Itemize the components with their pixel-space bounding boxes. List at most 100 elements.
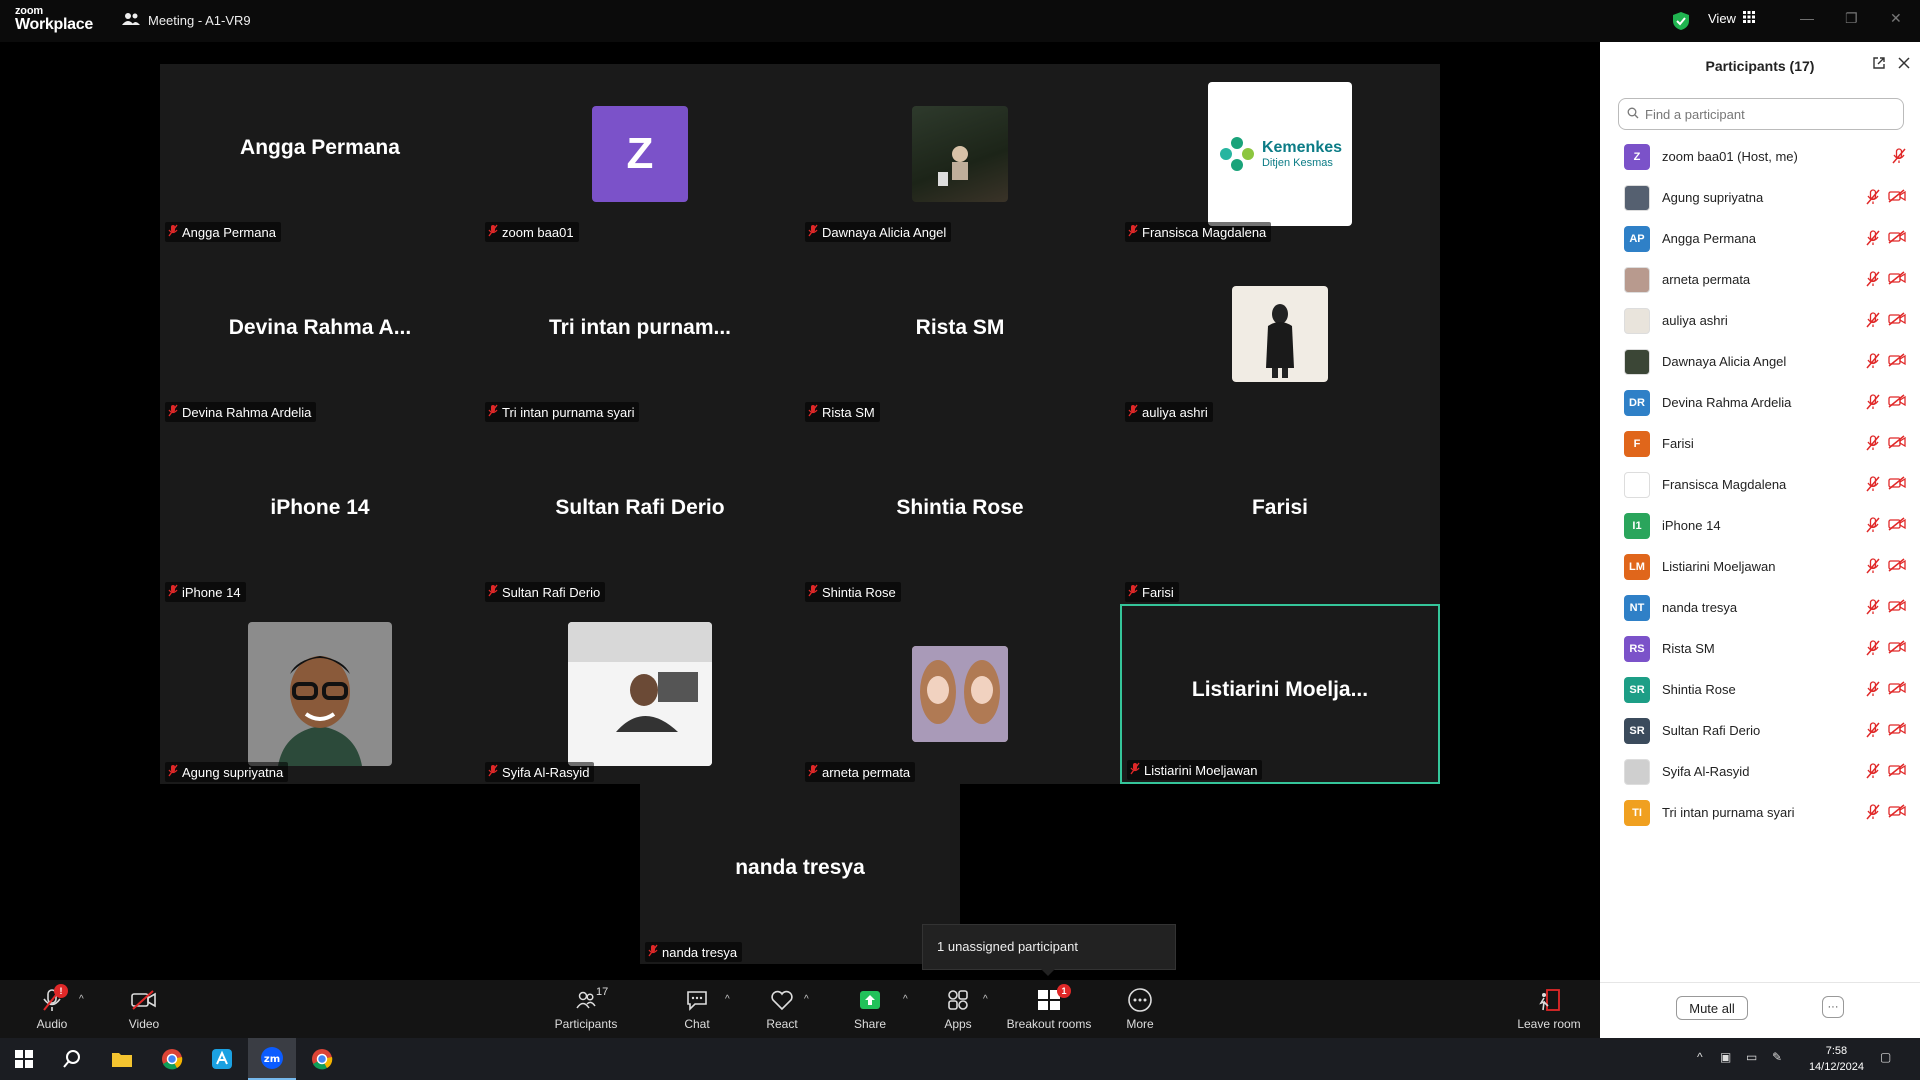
meeting-title[interactable]: Meeting - A1-VR9 xyxy=(122,12,251,29)
network-icon[interactable]: ▭ xyxy=(1746,1050,1757,1064)
grid-icon xyxy=(1742,11,1755,26)
mic-muted-icon[interactable] xyxy=(1866,394,1880,413)
mic-muted-icon[interactable] xyxy=(1866,476,1880,495)
notification-icon[interactable]: ▢ xyxy=(1880,1050,1891,1064)
participant-row[interactable]: LM Listiarini Moeljawan xyxy=(1600,546,1920,587)
app-store-icon[interactable] xyxy=(198,1038,246,1080)
mic-muted-icon[interactable] xyxy=(1866,722,1880,741)
participant-row[interactable]: Zzoom baa01 (Host, me) xyxy=(1600,136,1920,177)
participant-photo-avatar xyxy=(1624,307,1650,334)
participant-row[interactable]: SR Shintia Rose xyxy=(1600,669,1920,710)
participant-row[interactable]: I1 iPhone 14 xyxy=(1600,505,1920,546)
mic-muted-icon[interactable] xyxy=(1866,435,1880,454)
more-button[interactable]: More xyxy=(1120,980,1160,1038)
mic-muted-icon[interactable] xyxy=(1866,804,1880,823)
video-off-icon xyxy=(1888,599,1906,618)
audio-button[interactable]: ! Audio xyxy=(30,980,74,1038)
participant-row[interactable]: auliya ashri xyxy=(1600,300,1920,341)
tray-chevron-icon[interactable]: ^ xyxy=(1697,1050,1703,1064)
video-tile[interactable]: Sultan Rafi Derio Sultan Rafi Derio xyxy=(480,424,800,604)
minimize-icon[interactable]: — xyxy=(1800,10,1814,26)
active-speaker-tile[interactable]: Listiarini Moelja... Listiarini Moeljawa… xyxy=(1120,604,1440,784)
apps-options-caret[interactable]: ^ xyxy=(983,994,988,1005)
video-tile[interactable]: Tri intan purnam... Tri intan purnama sy… xyxy=(480,244,800,424)
tile-display-name: Shintia Rose xyxy=(896,496,1024,519)
mic-muted-icon[interactable] xyxy=(1866,189,1880,208)
video-tile[interactable]: Devina Rahma A... Devina Rahma Ardelia xyxy=(160,244,480,424)
mic-muted-icon[interactable] xyxy=(1866,230,1880,249)
participant-row[interactable]: TI Tri intan purnama syari xyxy=(1600,792,1920,833)
video-tile[interactable]: Z zoom baa01 xyxy=(480,64,800,244)
leave-room-button[interactable]: Leave room xyxy=(1514,980,1584,1038)
mic-muted-icon[interactable] xyxy=(1866,353,1880,372)
participant-row[interactable]: RS Rista SM xyxy=(1600,628,1920,669)
mic-muted-icon[interactable] xyxy=(1866,517,1880,536)
participant-row[interactable]: Syifa Al-Rasyid xyxy=(1600,751,1920,792)
participant-row[interactable]: SR Sultan Rafi Derio xyxy=(1600,710,1920,751)
participants-count: 17 xyxy=(596,985,609,998)
tray-meet-now-icon[interactable]: ▣ xyxy=(1720,1050,1731,1064)
video-button[interactable]: Video xyxy=(122,980,166,1038)
close-panel-icon[interactable] xyxy=(1898,56,1910,73)
participant-row[interactable]: NT nanda tresya xyxy=(1600,587,1920,628)
apps-button[interactable]: Apps xyxy=(938,980,978,1038)
chat-button[interactable]: Chat xyxy=(677,980,717,1038)
mute-all-button[interactable]: Mute all xyxy=(1676,996,1748,1020)
video-tile[interactable]: Rista SM Rista SM xyxy=(800,244,1120,424)
panel-title: Participants (17) xyxy=(1705,58,1815,74)
video-tile[interactable]: Syifa Al-Rasyid xyxy=(480,604,800,784)
video-tile[interactable]: Angga Permana Angga Permana xyxy=(160,64,480,244)
react-button[interactable]: React xyxy=(762,980,802,1038)
mic-muted-icon: ! xyxy=(38,983,68,1012)
react-options-caret[interactable]: ^ xyxy=(804,994,809,1005)
security-shield-icon[interactable] xyxy=(1672,11,1690,36)
tile-name-tag: arneta permata xyxy=(805,762,916,782)
mic-muted-icon[interactable] xyxy=(1866,271,1880,290)
panel-more-button[interactable]: ··· xyxy=(1822,996,1844,1018)
video-tile[interactable]: Farisi Farisi xyxy=(1120,424,1440,604)
video-tile[interactable]: arneta permata xyxy=(800,604,1120,784)
mic-muted-icon[interactable] xyxy=(1866,763,1880,782)
participant-row[interactable]: Fransisca Magdalena xyxy=(1600,464,1920,505)
breakout-rooms-button[interactable]: 1 Breakout rooms xyxy=(1004,980,1094,1038)
chat-options-caret[interactable]: ^ xyxy=(725,994,730,1005)
share-button[interactable]: Share xyxy=(850,980,890,1038)
taskbar-clock[interactable]: 7:58 14/12/2024 xyxy=(1809,1043,1864,1075)
mic-muted-icon[interactable] xyxy=(1866,558,1880,577)
search-icon[interactable] xyxy=(48,1038,96,1080)
view-button[interactable]: View xyxy=(1708,11,1755,26)
video-tile[interactable]: Dawnaya Alicia Angel xyxy=(800,64,1120,244)
participant-row[interactable]: AP Angga Permana xyxy=(1600,218,1920,259)
video-tile[interactable]: Shintia Rose Shintia Rose xyxy=(800,424,1120,604)
video-tile[interactable]: Kemenkes Ditjen Kesmas Fransisca Magdale… xyxy=(1120,64,1440,244)
participant-row[interactable]: Dawnaya Alicia Angel xyxy=(1600,341,1920,382)
chrome-icon[interactable] xyxy=(148,1038,196,1080)
chrome-profile-icon[interactable] xyxy=(298,1038,346,1080)
zoom-taskbar-icon[interactable]: zm xyxy=(248,1038,296,1080)
mic-muted-icon[interactable] xyxy=(1866,312,1880,331)
participant-status-icons xyxy=(1866,804,1906,823)
maximize-icon[interactable]: ❐ xyxy=(1845,10,1858,27)
mic-muted-icon[interactable] xyxy=(1866,640,1880,659)
participants-button[interactable]: 17 Participants xyxy=(550,980,622,1038)
mic-muted-icon[interactable] xyxy=(1866,681,1880,700)
windows-start-icon[interactable] xyxy=(0,1038,48,1080)
audio-options-caret[interactable]: ^ xyxy=(79,994,84,1005)
pop-out-icon[interactable] xyxy=(1872,56,1886,73)
pen-icon[interactable]: ✎ xyxy=(1772,1050,1782,1064)
video-tile[interactable]: Agung supriyatna xyxy=(160,604,480,784)
participant-search[interactable]: Find a participant xyxy=(1618,98,1904,130)
video-tile[interactable]: nanda tresya nanda tresya xyxy=(640,784,960,964)
close-window-icon[interactable]: ✕ xyxy=(1890,10,1902,27)
tile-name-tag-text: auliya ashri xyxy=(1142,404,1208,420)
mic-muted-icon[interactable] xyxy=(1866,599,1880,618)
video-tile[interactable]: auliya ashri xyxy=(1120,244,1440,424)
mic-muted-icon[interactable] xyxy=(1892,148,1906,167)
participant-row[interactable]: DR Devina Rahma Ardelia xyxy=(1600,382,1920,423)
file-explorer-icon[interactable] xyxy=(98,1038,146,1080)
participant-row[interactable]: Agung supriyatna xyxy=(1600,177,1920,218)
participant-row[interactable]: arneta permata xyxy=(1600,259,1920,300)
participant-row[interactable]: F Farisi xyxy=(1600,423,1920,464)
video-tile[interactable]: iPhone 14 iPhone 14 xyxy=(160,424,480,604)
share-options-caret[interactable]: ^ xyxy=(903,994,908,1005)
